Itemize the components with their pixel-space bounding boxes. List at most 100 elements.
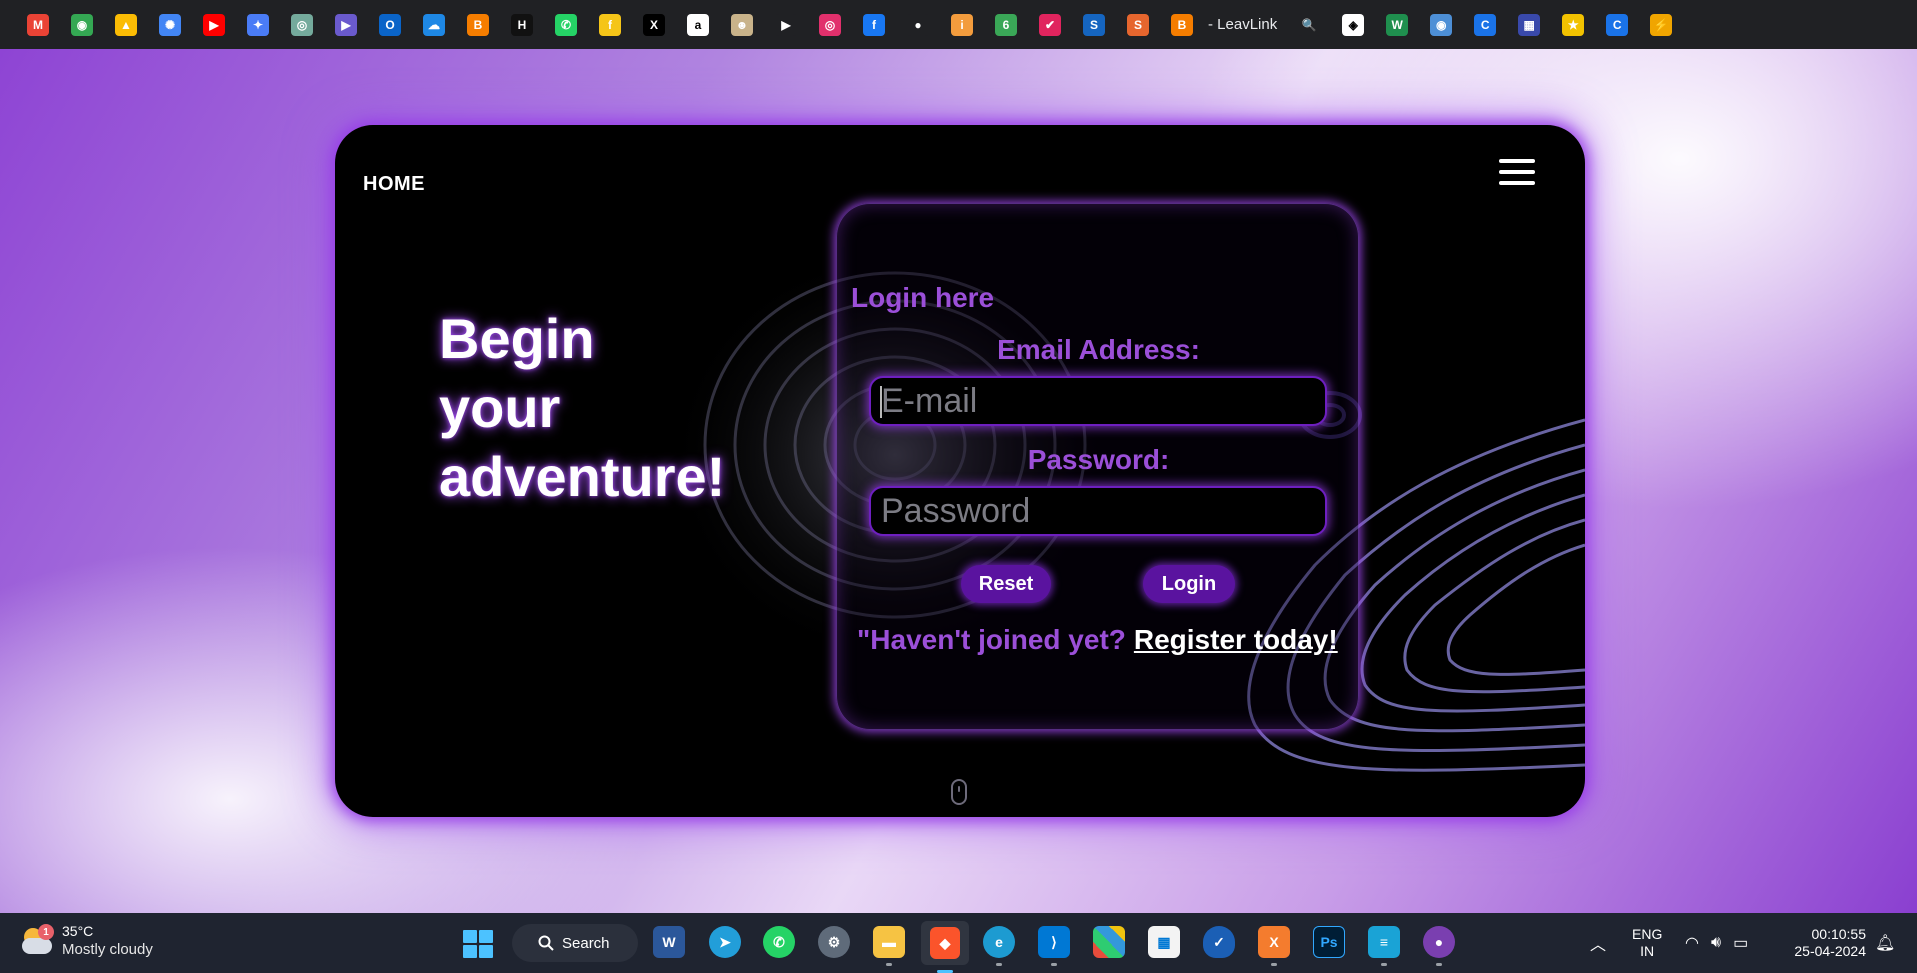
word-icon[interactable]: W bbox=[653, 926, 685, 958]
security-shield-icon[interactable]: ✓ bbox=[1203, 926, 1235, 958]
file-explorer-icon[interactable]: ▬ bbox=[873, 926, 905, 966]
bookmark-blogger[interactable]: B bbox=[456, 0, 500, 49]
blogger-leavlink-icon: B bbox=[1171, 13, 1193, 36]
email-label: Email Address: bbox=[997, 334, 1200, 365]
email-field[interactable] bbox=[869, 376, 1327, 426]
telegram-icon[interactable]: ➤ bbox=[709, 926, 741, 958]
bookmark-info[interactable]: i bbox=[940, 0, 984, 49]
bookmark-copilot[interactable]: ▶ bbox=[324, 0, 368, 49]
register-question: "Haven't joined yet? bbox=[857, 624, 1126, 655]
bookmark-x[interactable]: X bbox=[632, 0, 676, 49]
bookmark-youtube[interactable]: ▶ bbox=[192, 0, 236, 49]
outlook-icon: O bbox=[379, 13, 401, 36]
hamburger-menu-icon[interactable] bbox=[1499, 159, 1535, 185]
language-code: ENG bbox=[1632, 926, 1663, 943]
reset-button[interactable]: Reset bbox=[961, 565, 1051, 603]
ms-store-icon[interactable]: ▦ bbox=[1148, 926, 1180, 958]
clock[interactable]: 00:10:55 25-04-2024 bbox=[1786, 913, 1866, 973]
login-panel: Login here Email Address: Password: Rese… bbox=[836, 203, 1359, 730]
bookmark-c-blue-1[interactable]: C bbox=[1463, 0, 1507, 49]
bookmark-mask[interactable]: ☻ bbox=[720, 0, 764, 49]
maps-icon: ◉ bbox=[71, 13, 93, 36]
xampp-icon[interactable]: X bbox=[1258, 926, 1290, 966]
youtube-icon: ▶ bbox=[203, 13, 225, 36]
bookmark-onedrive[interactable]: ☁ bbox=[412, 0, 456, 49]
language-region: IN bbox=[1640, 943, 1655, 959]
bookmark-search[interactable]: 🔍 bbox=[1287, 0, 1331, 49]
headline-line-2: your bbox=[439, 375, 561, 439]
bookmark-github[interactable]: ● bbox=[896, 0, 940, 49]
windows-start-icon[interactable] bbox=[463, 930, 493, 958]
notepad-icon[interactable]: ≡ bbox=[1368, 926, 1400, 966]
login-button[interactable]: Login bbox=[1143, 565, 1235, 603]
bookmark-amazon[interactable]: a bbox=[676, 0, 720, 49]
blogger-icon: B bbox=[467, 13, 489, 36]
chevron-up-icon[interactable]: ︿ bbox=[1590, 913, 1606, 973]
bookmark-flipkart[interactable]: f bbox=[588, 0, 632, 49]
bookmark-lightning[interactable]: ⚡ bbox=[1639, 0, 1683, 49]
bookmark-photos[interactable]: ✺ bbox=[148, 0, 192, 49]
copilot-icon: ▶ bbox=[335, 13, 357, 36]
search-label: Search bbox=[562, 934, 610, 952]
home-link[interactable]: HOME bbox=[363, 173, 425, 196]
register-prompt: "Haven't joined yet? Register today! bbox=[857, 624, 1338, 656]
password-field[interactable] bbox=[869, 486, 1327, 536]
photoshop-icon[interactable]: Ps bbox=[1313, 926, 1345, 958]
bookmark-blogger-leavlink[interactable]: B bbox=[1160, 0, 1204, 49]
bookmark-maps[interactable]: ◉ bbox=[60, 0, 104, 49]
taskbar: 1 35°C Mostly cloudy Search W ➤ ✆ ⚙ ▬ ◆ … bbox=[0, 913, 1917, 973]
bookmark-whatsapp[interactable]: ✆ bbox=[544, 0, 588, 49]
bookmark-c-blue-2[interactable]: C bbox=[1595, 0, 1639, 49]
whatsapp-icon[interactable]: ✆ bbox=[763, 926, 795, 958]
vscode-icon[interactable]: ⟩ bbox=[1038, 926, 1070, 966]
wifi-icon[interactable]: ◠ bbox=[1685, 933, 1699, 953]
leaf-icon: 6 bbox=[995, 13, 1017, 36]
bookmark-drive[interactable]: ▲ bbox=[104, 0, 148, 49]
bookmark-w-green[interactable]: W bbox=[1375, 0, 1419, 49]
star-yellow-icon: ★ bbox=[1562, 13, 1585, 36]
bookmark-leaf[interactable]: 6 bbox=[984, 0, 1028, 49]
weather-widget[interactable]: 1 35°C Mostly cloudy bbox=[20, 923, 153, 959]
whatsapp-icon: ✆ bbox=[555, 13, 577, 36]
bookmark-facebook[interactable]: f bbox=[852, 0, 896, 49]
bookmark-gpt-circle[interactable]: ◉ bbox=[1419, 0, 1463, 49]
photos-icon: ✺ bbox=[159, 13, 181, 36]
battery-icon[interactable]: ▭ bbox=[1733, 933, 1748, 953]
brave-browser-icon[interactable]: ◆ bbox=[921, 921, 969, 973]
system-tray[interactable]: ◠ 🔊︎ ▭ bbox=[1685, 913, 1748, 973]
notification-bell-icon[interactable]: 🔔︎ bbox=[1875, 913, 1895, 973]
onedrive-icon: ☁ bbox=[423, 13, 445, 36]
bookmark-s-blue[interactable]: S bbox=[1072, 0, 1116, 49]
bookmark-star-yellow[interactable]: ★ bbox=[1551, 0, 1595, 49]
lightning-icon: ⚡ bbox=[1650, 13, 1673, 36]
bookmark-outlook[interactable]: O bbox=[368, 0, 412, 49]
bookmark-leavlink-label[interactable]: - LeavLink bbox=[1208, 16, 1277, 33]
language-indicator[interactable]: ENG IN bbox=[1632, 913, 1662, 973]
bookmark-bookmark-pink[interactable]: ✔ bbox=[1028, 0, 1072, 49]
bookmark-s-orange[interactable]: S bbox=[1116, 0, 1160, 49]
bookmarks-bar: M ◉ ▲ ✺ ▶ ✦ ◎ ▶ O ☁ B H ✆ f Xa ☻ ▶ ◎ f ● i 6 ✔ S S B - LeavLink 🔍 ◈ W… bbox=[0, 0, 1917, 49]
bookmark-gemini[interactable]: ✦ bbox=[236, 0, 280, 49]
bookmark-play[interactable]: ▶ bbox=[764, 0, 808, 49]
bookmark-gmail[interactable]: M bbox=[16, 0, 60, 49]
settings-gear-icon[interactable]: ⚙ bbox=[818, 926, 850, 958]
github-desktop-icon[interactable]: ● bbox=[1423, 926, 1455, 966]
facebook-icon: f bbox=[863, 13, 885, 36]
s-blue-icon: S bbox=[1083, 13, 1105, 36]
bookmark-instagram[interactable]: ◎ bbox=[808, 0, 852, 49]
instagram-icon: ◎ bbox=[819, 13, 841, 36]
s-orange-icon: S bbox=[1127, 13, 1149, 36]
headline-line-1: Begin bbox=[439, 307, 595, 370]
bookmark-hashnode[interactable]: H bbox=[500, 0, 544, 49]
taskbar-search[interactable]: Search bbox=[512, 924, 638, 962]
office-tiles-icon[interactable] bbox=[1093, 926, 1125, 958]
bookmark-chatgpt[interactable]: ◎ bbox=[280, 0, 324, 49]
bookmark-grid-blue[interactable]: ▦ bbox=[1507, 0, 1551, 49]
register-link[interactable]: Register today! bbox=[1134, 624, 1338, 655]
edge-icon[interactable]: e bbox=[983, 926, 1015, 966]
volume-icon[interactable]: 🔊︎ bbox=[1711, 934, 1721, 952]
w-green-icon: W bbox=[1386, 13, 1409, 36]
bookmark-codepen[interactable]: ◈ bbox=[1331, 0, 1375, 49]
chatgpt-icon: ◎ bbox=[291, 13, 313, 36]
login-title: Login here bbox=[851, 282, 995, 313]
